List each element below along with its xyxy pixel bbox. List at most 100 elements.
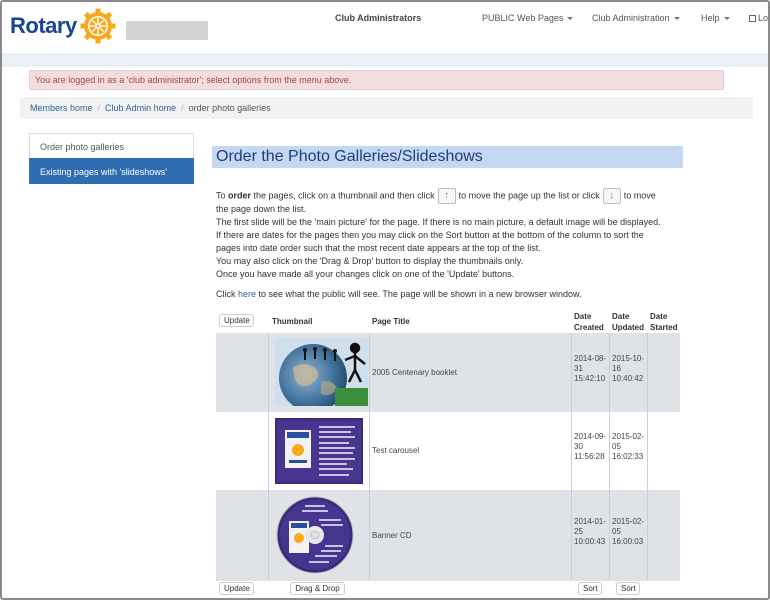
instructions-line-7: Once you have made all your changes clic… <box>216 269 515 279</box>
date-part: 05 <box>612 442 621 451</box>
instr-text: to move the page up the list or click <box>458 190 600 201</box>
instr-text: Click <box>216 289 238 299</box>
drag-drop-button[interactable]: Drag & Drop <box>290 582 345 595</box>
instr-text: the pages, click on a thumbnail and then… <box>251 190 435 201</box>
page-title-cell: 2005 Centenary booklet <box>372 368 457 377</box>
date-updated-cell: 2015-10- 16 10:40:42 <box>612 354 644 384</box>
browser-frame: Rotary Club Administrators PUBLIC Web Pa… <box>0 0 770 600</box>
date-part: 25 <box>574 527 583 536</box>
breadcrumb-members-home[interactable]: Members home <box>30 103 93 113</box>
thumbnail-centenary-booklet[interactable] <box>275 338 368 406</box>
update-button-top[interactable]: Update <box>219 314 254 327</box>
chevron-down-icon <box>567 17 574 21</box>
public-view-line: Click here to see what the public will s… <box>216 288 582 301</box>
nav-club-administration[interactable]: Club Administration <box>592 13 680 23</box>
column-divider <box>571 333 572 581</box>
instr-text: To <box>216 190 229 201</box>
instr-text: to move <box>623 190 656 201</box>
sort-date-updated-button[interactable]: Sort <box>616 582 640 595</box>
column-header-page-title: Page Title <box>372 317 410 326</box>
date-part: 10:40:42 <box>612 374 644 383</box>
date-part: 2015-02- <box>612 517 645 526</box>
instr-bold-order: order <box>228 190 252 201</box>
instructions-line-1: To order the pages, click on a thumbnail… <box>216 188 656 204</box>
chevron-down-icon <box>673 17 680 21</box>
thumbnail-test-carousel[interactable] <box>275 418 363 484</box>
header-line: Date <box>612 312 630 321</box>
rotary-logo[interactable]: Rotary <box>10 8 116 44</box>
column-header-thumbnail: Thumbnail <box>272 317 313 326</box>
breadcrumb-club-admin-home[interactable]: Club Admin home <box>105 103 176 113</box>
rotary-wheel-icon <box>80 8 116 44</box>
breadcrumb-separator: / <box>181 103 184 113</box>
chevron-down-icon <box>723 17 730 21</box>
column-header-date-started: Date Started <box>650 311 678 333</box>
date-part: 2014-08- <box>574 354 607 363</box>
page-title-cell: Banner CD <box>372 531 412 540</box>
side-menu: Order photo galleries Existing pages wit… <box>29 133 194 184</box>
page-title: Order the Photo Galleries/Slideshows <box>212 146 683 168</box>
column-divider <box>609 333 610 581</box>
nav-public-web-pages-label: PUBLIC Web Pages <box>482 13 564 23</box>
header-line: Date <box>650 312 668 321</box>
column-header-date-created: Date Created <box>574 311 604 333</box>
nav-help-label: Help <box>701 13 720 23</box>
side-item-order-photo-galleries[interactable]: Order photo galleries <box>29 133 194 159</box>
brand-name: Rotary <box>10 13 77 38</box>
column-divider <box>647 333 648 581</box>
nav-club-administrators-label: Club Administrators <box>335 13 422 23</box>
instructions-line-2: the page down the list. <box>216 204 307 214</box>
date-part: 2015-10- <box>612 354 645 363</box>
date-created-cell: 2014-01- 25 10:00:43 <box>574 517 606 547</box>
instructions-line-5: pages into date order such that the most… <box>216 243 541 253</box>
page-title-cell: Test carousel <box>372 446 420 455</box>
instr-text: to see what the public will see. The pag… <box>256 289 582 299</box>
header-line: Date <box>574 312 592 321</box>
nav-club-administration-label: Club Administration <box>592 13 670 23</box>
date-updated-cell: 2015-02- 05 16:02:33 <box>612 432 644 462</box>
column-divider <box>369 333 370 581</box>
date-part: 11:56:28 <box>574 452 605 461</box>
date-created-cell: 2014-08- 31 15:42:10 <box>574 354 606 384</box>
nav-help[interactable]: Help <box>701 13 730 23</box>
instructions-line-4: If there are dates for the pages then yo… <box>216 230 644 240</box>
nav-public-web-pages[interactable]: PUBLIC Web Pages <box>482 13 574 23</box>
breadcrumb: Members home / Club Admin home / order photo… <box>20 97 753 119</box>
date-part: 2014-01- <box>574 517 607 526</box>
side-item-existing-pages[interactable]: Existing pages with 'slideshows' <box>29 158 194 184</box>
date-part: 2015-02- <box>612 432 645 441</box>
nav-logout[interactable]: Lo <box>749 13 768 23</box>
header-line: Created <box>574 323 604 332</box>
date-part: 30 <box>574 442 583 451</box>
date-part: 16:00:03 <box>612 537 644 546</box>
nav-logout-label: Lo <box>758 13 769 23</box>
instructions-line-3: The first slide will be the 'main pictur… <box>216 217 661 227</box>
sort-date-created-button[interactable]: Sort <box>578 582 602 595</box>
date-part: 31 <box>574 364 583 373</box>
login-alert: You are logged in as a 'club administrat… <box>29 70 724 90</box>
date-part: 16 <box>612 364 621 373</box>
date-part: 10:00:43 <box>574 537 606 546</box>
date-part: 16:02:33 <box>612 452 644 461</box>
breadcrumb-separator: / <box>97 103 101 113</box>
date-created-cell: 2014-09- 30 11:56:28 <box>574 432 606 462</box>
header-line: Updated <box>612 323 644 332</box>
nav-club-administrators[interactable]: Club Administrators <box>335 13 421 23</box>
public-view-link[interactable]: here <box>238 289 256 299</box>
column-divider <box>268 333 269 581</box>
date-updated-cell: 2015-02- 05 16:00:03 <box>612 517 644 547</box>
date-part: 15:42:10 <box>574 374 606 383</box>
logout-icon <box>749 15 756 22</box>
top-navbar: Rotary Club Administrators PUBLIC Web Pa… <box>2 2 768 52</box>
thumbnail-banner-cd[interactable] <box>275 495 355 575</box>
arrow-down-icon: ↓ <box>602 188 621 204</box>
update-button-bottom[interactable]: Update <box>219 582 254 595</box>
arrow-up-icon: ↑ <box>437 188 456 204</box>
header-line: Started <box>650 323 678 332</box>
club-name-redacted <box>126 21 208 40</box>
header-subbar <box>2 53 768 67</box>
breadcrumb-current: order photo galleries <box>188 103 271 113</box>
instructions-line-6: You may also click on the 'Drag & Drop' … <box>216 256 524 266</box>
column-header-date-updated: Date Updated <box>612 311 644 333</box>
date-part: 05 <box>612 527 621 536</box>
